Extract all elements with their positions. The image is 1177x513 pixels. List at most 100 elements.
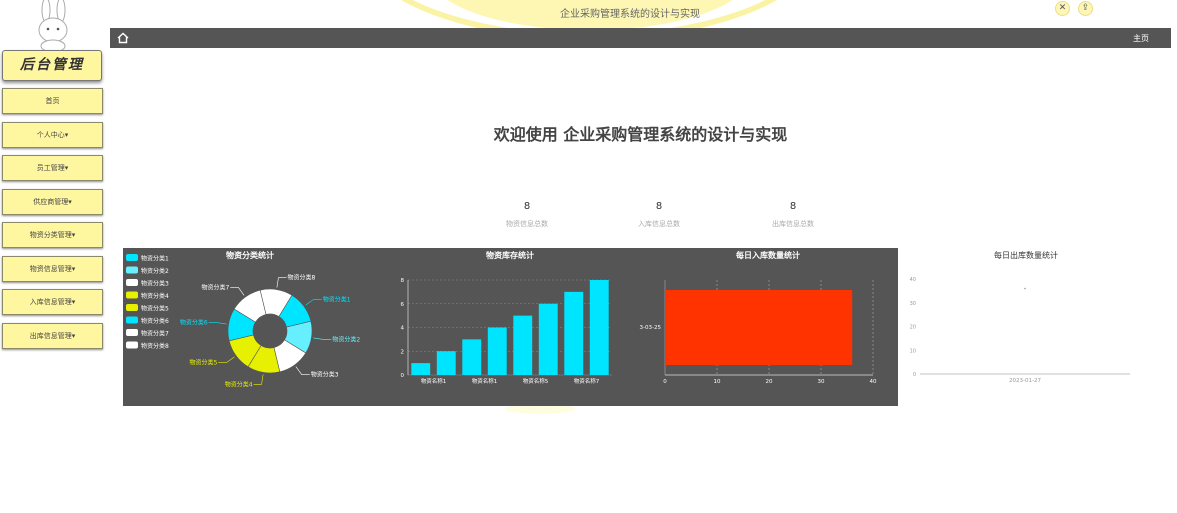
pie-label: 物资分类4 <box>225 380 253 388</box>
sidebar-item-label: 物资分类管理 <box>29 231 72 239</box>
legend-swatch <box>126 329 138 336</box>
y-tick-label: 0 <box>401 373 405 379</box>
fullscreen-icon[interactable]: ✕ <box>1055 1 1070 16</box>
pie-label-line <box>218 356 235 364</box>
legend-swatch <box>126 254 138 261</box>
rabbit-mascot-icon <box>38 0 68 50</box>
data-point <box>1024 287 1026 290</box>
inbound-bar-chart: 0 10 20 30 40 3-03-25 <box>640 280 877 385</box>
sidebar-item-label: 个人中心 <box>36 130 65 139</box>
bar <box>665 290 853 365</box>
stat-value: 8 <box>789 201 797 212</box>
y-tick-label: 3-03-25 <box>640 325 662 331</box>
y-tick-label: 2 <box>401 349 405 355</box>
sidebar-item-materials[interactable]: 物资信息管理▾ <box>2 255 103 282</box>
stat-label: 出库信息总数 <box>772 220 814 228</box>
sidebar-item-inbound[interactable]: 入库信息管理▾ <box>2 289 103 315</box>
page: 企业采购管理系统的设计与实现 ✕ ⇪ 后台管理 首页 个人中心▾ 员工管理▾ 供… <box>0 0 1177 513</box>
x-tick-label: 2023-01-27 <box>1009 378 1041 384</box>
legend-label: 物资分类4 <box>141 292 169 300</box>
sidebar-item-categories[interactable]: 物资分类管理▾ <box>2 222 103 248</box>
pie-label: 物资分类7 <box>201 283 229 291</box>
sidebar-item-label: 物资信息管理 <box>29 264 72 273</box>
category-pie-chart: 物资分类1 物资分类2 物资分类3 物资分类4 物资分类5 物资分类6 物资分类7 物资分类8… <box>126 254 360 388</box>
chevron-down-icon: ▾ <box>68 197 72 206</box>
chevron-down-icon: ▾ <box>64 130 69 139</box>
breadcrumb-home-link[interactable]: 主页 <box>1133 33 1149 44</box>
x-tick-label: 40 <box>870 379 877 385</box>
home-icon[interactable] <box>116 31 130 45</box>
chevron-down-icon: ▾ <box>71 331 76 340</box>
app-title: 企业采购管理系统的设计与实现 <box>560 9 700 20</box>
sidebar-item-label: 供应商管理 <box>33 197 69 206</box>
breadcrumb: 主页 <box>110 28 1171 48</box>
legend-swatch <box>126 304 138 311</box>
y-tick-label: 20 <box>910 325 916 331</box>
stock-bar-chart: 0 2 4 6 8 物资名称1 物资名称1 物资名称5 物资名称7 <box>401 278 612 385</box>
bar <box>564 291 584 375</box>
bar <box>462 339 482 375</box>
bar <box>411 363 431 375</box>
x-tick-label: 物资名称1 <box>472 377 498 385</box>
bar <box>513 315 533 375</box>
sidebar-item-outbound[interactable]: 出库信息管理▾ <box>2 322 103 349</box>
sidebar-item-profile[interactable]: 个人中心▾ <box>2 121 103 148</box>
stat-materials: 8 物资信息总数 <box>477 201 577 229</box>
sidebar-item-label: 员工管理 <box>36 164 65 172</box>
y-tick-label: 40 <box>910 277 916 283</box>
chevron-down-icon: ▾ <box>64 164 69 172</box>
sidebar-item-suppliers[interactable]: 供应商管理▾ <box>2 188 103 215</box>
sidebar-item-employees[interactable]: 员工管理▾ <box>2 155 103 181</box>
x-tick-label: 物资名称5 <box>523 377 549 385</box>
sidebar-item-label: 入库信息管理 <box>29 298 72 306</box>
pie-label-line <box>253 374 264 385</box>
x-tick-label: 20 <box>766 379 773 385</box>
pie-label: 物资分类1 <box>323 295 351 303</box>
x-tick-label: 0 <box>663 379 667 385</box>
x-tick-label: 物资名称7 <box>574 377 600 385</box>
legend-label: 物资分类7 <box>141 330 169 338</box>
sidebar-item-home[interactable]: 首页 <box>2 88 103 114</box>
y-tick-label: 30 <box>910 301 916 307</box>
legend-swatch <box>126 279 138 286</box>
stat-value: 8 <box>655 201 663 212</box>
legend-swatch <box>126 266 138 274</box>
outbound-line-chart: 0 10 20 30 40 2023-01-27 <box>910 277 1130 384</box>
chevron-down-icon: ▾ <box>71 231 76 239</box>
sidebar-menu: 首页 个人中心▾ 员工管理▾ 供应商管理▾ 物资分类管理▾ 物资信息管理▾ 入库… <box>2 88 103 356</box>
sidebar-brand: 后台管理 <box>2 50 102 81</box>
pie-label: 物资分类3 <box>311 371 339 379</box>
bar <box>436 351 456 375</box>
logout-icon[interactable]: ⇪ <box>1078 1 1093 16</box>
pie-label-line <box>305 298 322 306</box>
stat-label: 物资信息总数 <box>506 220 548 228</box>
x-tick-label: 30 <box>818 379 825 385</box>
legend-label: 物资分类2 <box>141 267 169 275</box>
bar <box>589 280 609 375</box>
legend-swatch <box>126 291 138 299</box>
legend-label: 物资分类8 <box>141 342 169 350</box>
x-tick-label: 10 <box>714 379 721 385</box>
y-tick-label: 0 <box>913 372 916 378</box>
y-tick-label: 6 <box>401 302 405 308</box>
bar <box>487 327 507 375</box>
legend-label: 物资分类3 <box>141 280 169 288</box>
legend-label: 物资分类6 <box>141 317 169 325</box>
legend-label: 物资分类5 <box>141 305 169 313</box>
pie-label-line <box>276 277 287 288</box>
pie-label-line <box>230 287 245 296</box>
sidebar-item-label: 首页 <box>45 97 60 105</box>
y-tick-label: 4 <box>401 326 405 332</box>
pie-label-line <box>295 366 310 375</box>
legend-label: 物资分类1 <box>141 255 169 263</box>
sidebar-item-label: 出库信息管理 <box>29 331 72 340</box>
pie-label: 物资分类6 <box>180 319 208 327</box>
chevron-down-icon: ▾ <box>71 264 76 273</box>
stat-outbound: 8 出库信息总数 <box>743 201 843 229</box>
chevron-down-icon: ▾ <box>71 298 76 306</box>
stat-inbound: 8 入库信息总数 <box>609 201 709 229</box>
pie-label: 物资分类2 <box>332 335 360 343</box>
x-tick-label: 物资名称1 <box>421 377 447 385</box>
pie-label-line <box>208 322 227 325</box>
stat-label: 入库信息总数 <box>638 220 680 228</box>
